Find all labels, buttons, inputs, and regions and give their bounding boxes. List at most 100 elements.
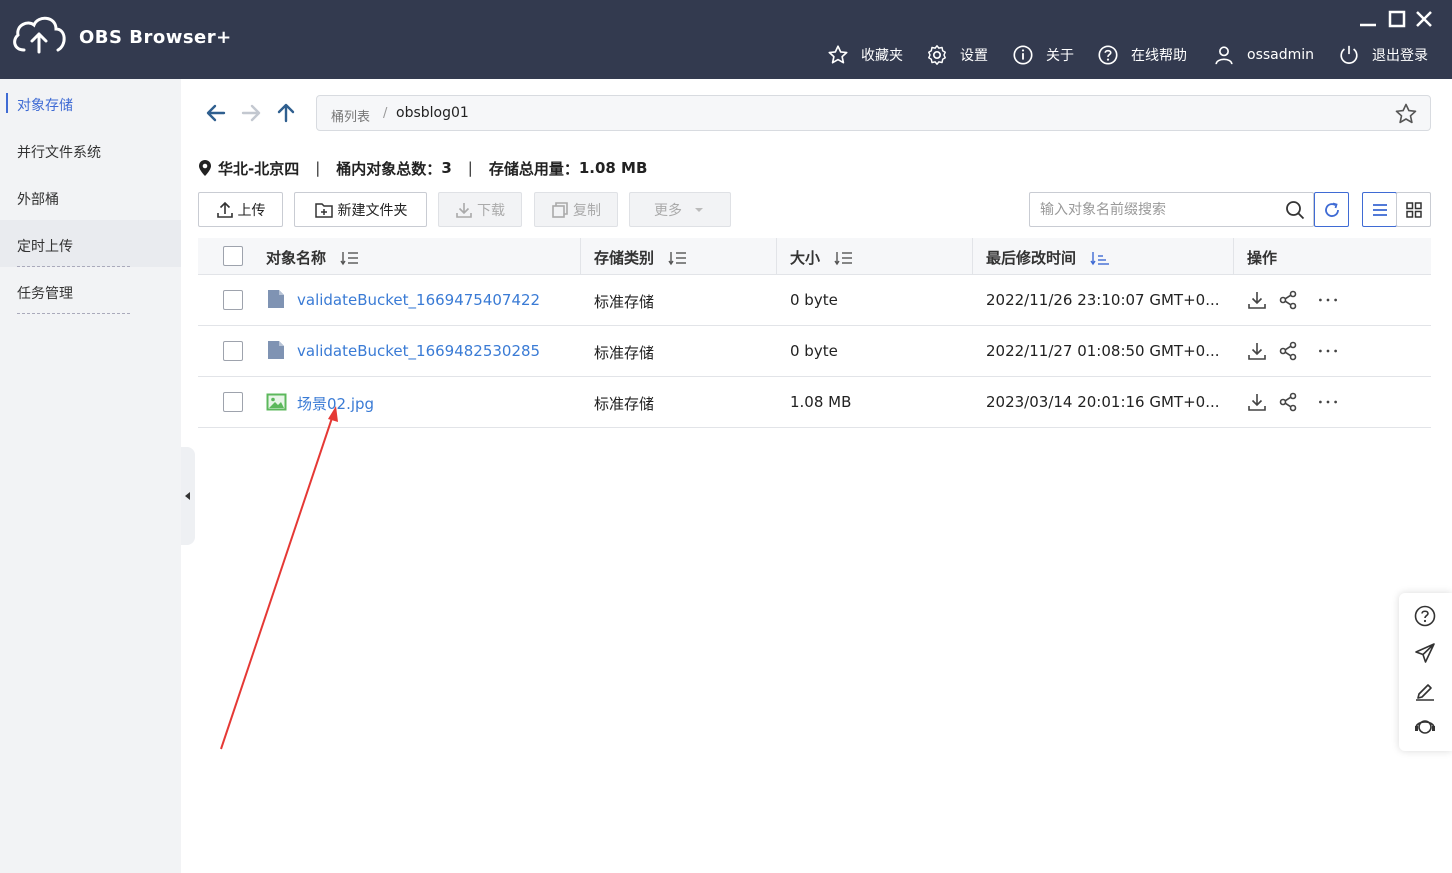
storage-class: 标准存储 [594,344,655,362]
last-modified: 2022/11/27 01:08:50 GMT+0... [986,342,1220,360]
sort-icon[interactable] [340,250,360,266]
more-actions-icon[interactable] [1317,391,1339,413]
upload-button[interactable]: 上传 [198,192,283,227]
favorites-button[interactable]: 收藏夹 [827,42,903,68]
upload-icon [216,201,233,218]
storage-used-label: 存储总用量： [488,159,579,178]
info-divider: | [467,159,473,177]
share-icon[interactable] [1277,340,1299,362]
help-icon[interactable] [1413,604,1437,628]
table-row: 场景02.jpg 标准存储 1.08 MB 2023/03/14 20:01:1… [198,377,1431,428]
refresh-icon [1324,202,1339,217]
more-actions-icon[interactable] [1317,340,1339,362]
search-input[interactable] [1040,199,1270,221]
list-view-button[interactable] [1362,192,1397,227]
table-header: 对象名称 存储类别 大小 最后修改时间 操作 [198,238,1431,275]
share-icon[interactable] [1277,391,1299,413]
breadcrumb-bucket-list[interactable]: 桶列表 [331,106,370,125]
image-icon [266,393,287,411]
app-window: OBS Browser+ 收藏夹 设置 关于 在线帮助 ossadmin 退出登… [0,0,1452,873]
minimize-icon[interactable] [1357,8,1379,30]
object-name-link[interactable]: 场景02.jpg [297,393,374,414]
active-indicator [6,93,8,113]
row-checkbox[interactable] [223,392,243,412]
object-name-link[interactable]: validateBucket_1669482530285 [297,342,540,360]
row-checkbox[interactable] [223,341,243,361]
sidebar-item-object-storage[interactable]: 对象存储 [17,95,73,115]
column-header-name: 对象名称 [266,247,360,268]
sidebar: 对象存储 并行文件系统 外部桶 定时上传 任务管理 [0,79,181,873]
add-favorite-star-icon[interactable] [1394,102,1418,126]
title-bar: OBS Browser+ 收藏夹 设置 关于 在线帮助 ossadmin 退出登… [0,0,1452,79]
settings-button[interactable]: 设置 [926,42,988,68]
column-divider [1233,238,1234,275]
download-icon[interactable] [1246,391,1268,413]
star-icon [828,45,848,64]
forward-arrow-icon[interactable] [239,101,263,125]
sidebar-item-scheduled-upload[interactable]: 定时上传 [17,236,73,256]
cloud-upload-logo-icon [13,16,66,54]
list-view-icon [1372,203,1387,216]
sidebar-item-task-management[interactable]: 任务管理 [17,283,73,303]
customer-service-icon[interactable] [1413,715,1437,739]
search-icon[interactable] [1285,200,1305,220]
copy-button[interactable]: 复制 [534,192,618,227]
object-count-value: 3 [441,159,452,177]
sidebar-collapse-toggle[interactable] [181,447,195,545]
row-checkbox[interactable] [223,290,243,310]
grid-view-icon [1405,201,1422,218]
download-icon[interactable] [1246,340,1268,362]
column-size-label: 大小 [790,249,821,267]
object-count-label: 桶内对象总数： [336,159,442,178]
floating-helper-panel [1399,593,1452,751]
download-icon[interactable] [1246,289,1268,311]
file-icon [268,290,284,308]
about-label: 关于 [1046,48,1074,64]
new-folder-button[interactable]: 新建文件夹 [294,192,427,227]
download-button[interactable]: 下载 [438,192,522,227]
online-help-button[interactable]: 在线帮助 [1097,42,1187,68]
settings-label: 设置 [960,48,988,64]
copy-label: 复制 [573,202,601,219]
more-actions-icon[interactable] [1317,289,1339,311]
column-header-storage: 存储类别 [594,247,688,268]
column-header-size: 大小 [790,247,854,268]
help-icon [1098,45,1118,65]
object-name-link[interactable]: validateBucket_1669475407422 [297,291,540,309]
share-icon[interactable] [1277,289,1299,311]
new-folder-icon [314,202,333,218]
storage-class: 标准存储 [594,293,655,311]
sidebar-divider [17,266,130,267]
sidebar-item-external-bucket[interactable]: 外部桶 [17,189,59,209]
select-all-checkbox[interactable] [223,246,243,266]
object-size: 1.08 MB [790,393,852,411]
paper-plane-icon[interactable] [1413,641,1437,665]
user-menu[interactable]: ossadmin [1213,42,1314,68]
table-row: validateBucket_1669482530285 标准存储 0 byte… [198,326,1431,377]
up-arrow-icon[interactable] [274,101,298,125]
edit-pen-icon[interactable] [1413,678,1437,702]
object-size: 0 byte [790,342,838,360]
file-icon [268,341,284,359]
back-arrow-icon[interactable] [204,101,228,125]
sidebar-item-parallel-fs[interactable]: 并行文件系统 [17,142,101,162]
sort-icon[interactable] [834,250,854,266]
upload-label: 上传 [237,202,266,219]
download-icon [456,202,472,218]
download-label: 下载 [477,202,505,219]
maximize-icon[interactable] [1386,8,1408,30]
region-label: 华北-北京四 [218,159,300,178]
column-storage-label: 存储类别 [594,249,655,267]
more-dropdown[interactable]: 更多 [629,192,731,227]
sidebar-divider [17,313,130,314]
column-name-label: 对象名称 [266,249,327,267]
table-row: validateBucket_1669475407422 标准存储 0 byte… [198,275,1431,326]
about-button[interactable]: 关于 [1012,42,1074,68]
close-icon[interactable] [1413,8,1435,30]
sort-active-icon[interactable] [1090,250,1110,266]
refresh-button[interactable] [1314,192,1349,227]
grid-view-button[interactable] [1396,192,1431,227]
more-label: 更多 [654,202,682,219]
sort-icon[interactable] [668,250,688,266]
logout-button[interactable]: 退出登录 [1338,42,1428,68]
